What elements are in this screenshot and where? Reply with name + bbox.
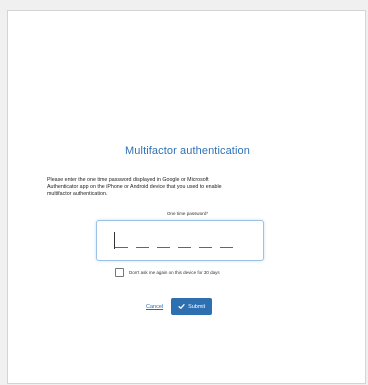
checkmark-icon — [178, 304, 185, 309]
otp-slot-1 — [115, 247, 128, 248]
form-actions: Cancel Submit — [146, 298, 213, 315]
otp-input[interactable] — [96, 220, 264, 261]
instructions-text: Please enter the one time password displ… — [47, 177, 297, 199]
instructions-line-1: Please enter the one time password displ… — [47, 177, 209, 183]
page-frame: Multifactor authentication Please enter … — [7, 10, 366, 384]
cancel-link[interactable]: Cancel — [146, 304, 163, 310]
remember-device-label[interactable]: Don't ask me again on this device for 30… — [129, 270, 220, 275]
required-marker: * — [206, 211, 209, 216]
submit-label: Submit — [188, 303, 206, 310]
remember-device-row[interactable]: Don't ask me again on this device for 30… — [115, 268, 220, 277]
otp-slot-3 — [157, 247, 170, 248]
page-title: Multifactor authentication — [125, 145, 250, 157]
otp-slot-2 — [136, 247, 149, 248]
instructions-line-3: multifactor authentication. — [47, 191, 108, 198]
instructions-line-2: Authenticator app on the iPhone or Andro… — [47, 184, 222, 191]
remember-device-checkbox[interactable] — [115, 268, 124, 277]
otp-label: One time password* — [8, 211, 367, 216]
otp-slot-6 — [220, 247, 233, 248]
otp-slot-5 — [199, 247, 212, 248]
otp-label-text: One time password — [166, 211, 207, 216]
otp-digit-slots — [115, 247, 233, 248]
submit-button[interactable]: Submit — [171, 298, 213, 315]
otp-slot-4 — [178, 247, 191, 248]
